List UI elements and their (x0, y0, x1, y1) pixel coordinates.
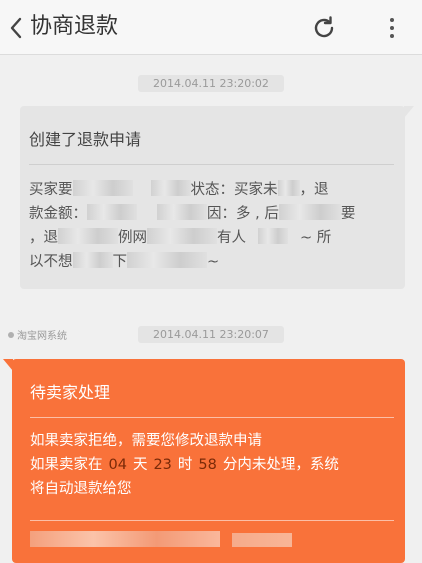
pending-seller-bubble: 待卖家处理 如果卖家拒绝，需要您修改退款申请 如果卖家在 04 天 23 时 58 分内未处… (3, 359, 405, 563)
message-timestamp: 2014.04.11 23:20:07 (138, 326, 284, 343)
body-line: 买家要 状态：买家未 ，退 (29, 180, 329, 198)
divider (30, 520, 394, 521)
message-timestamp: 2014.04.11 23:20:02 (138, 75, 284, 92)
bubble-title: 创建了退款申请 (29, 130, 142, 149)
countdown-hours: 23 (153, 457, 172, 473)
redacted-text (58, 228, 118, 244)
bubble-title: 待卖家处理 (30, 383, 111, 402)
body-line: 款金额： 因：多 , 后要 (29, 204, 356, 222)
redacted-text (258, 228, 288, 244)
body-line: 以不想下 ~ (29, 252, 220, 270)
app-bar: 协商退款 (0, 0, 422, 55)
redacted-text (72, 252, 113, 268)
page-title: 协商退款 (30, 14, 119, 39)
redacted-text (232, 533, 292, 547)
refresh-button[interactable] (308, 12, 340, 44)
sender-icon (8, 331, 14, 338)
divider (29, 164, 394, 165)
divider (30, 417, 394, 418)
body-line: 将自动退款给您 (30, 481, 132, 497)
countdown-minutes: 58 (198, 457, 217, 473)
redacted-text (277, 180, 300, 196)
more-button[interactable] (376, 12, 408, 44)
refund-request-bubble: 创建了退款申请 买家要 状态：买家未 ，退 款金额： 因：多 , 后要 ，退 例网 有人 ~… (20, 106, 414, 289)
more-vertical-icon (390, 18, 394, 38)
body-line: ，退 例网 有人 ~ 所 (29, 228, 332, 246)
redacted-text (87, 204, 137, 220)
body-line: 如果卖家拒绝，需要您修改退款申请 (30, 433, 262, 449)
redacted-text (30, 531, 220, 547)
chevron-left-icon (10, 17, 22, 38)
redacted-text (147, 228, 217, 244)
redacted-text (150, 180, 191, 196)
back-button[interactable] (0, 0, 32, 55)
bubble-body: 如果卖家拒绝，需要您修改退款申请 如果卖家在 04 天 23 时 58 分内未处理，系统 将… (30, 429, 398, 501)
sender-label: 淘宝网系统 (8, 327, 67, 342)
redacted-text (278, 204, 341, 220)
countdown-days: 04 (108, 457, 127, 473)
body-line: 如果卖家在 04 天 23 时 58 分内未处理，系统 (30, 457, 339, 473)
redacted-text (127, 252, 207, 268)
refresh-icon (314, 16, 334, 38)
redacted-text (157, 204, 207, 220)
redacted-text (72, 180, 133, 196)
bubble-body: 买家要 状态：买家未 ，退 款金额： 因：多 , 后要 ，退 例网 有人 ~ 所 以不想下 ~ (29, 178, 397, 274)
